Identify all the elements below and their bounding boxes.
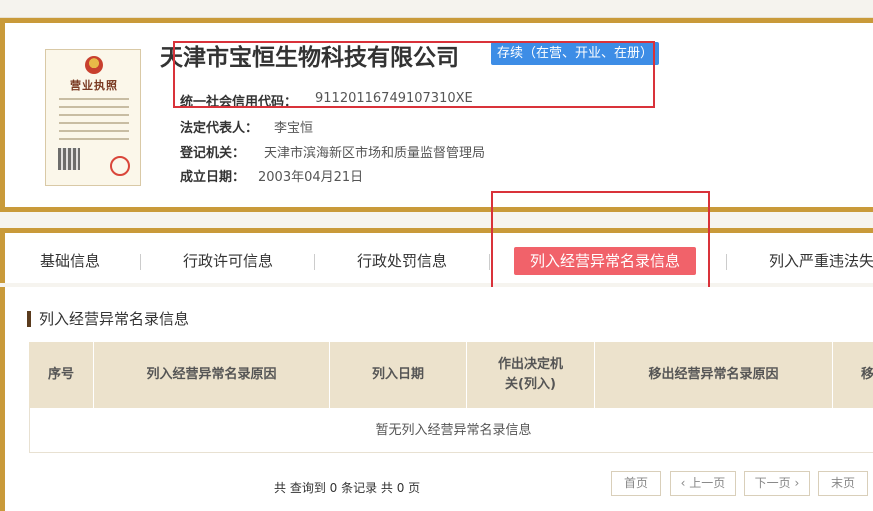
next-page-label: 下一页 bbox=[754, 476, 791, 490]
credit-code-value: 91120116749107310XE bbox=[315, 91, 473, 106]
tab-divider bbox=[726, 254, 727, 270]
prev-page-label: 上一页 bbox=[689, 476, 726, 490]
top-strip bbox=[0, 0, 873, 18]
next-page-button[interactable]: 下一页 › bbox=[744, 471, 810, 496]
tab-basic-info[interactable]: 基础信息 bbox=[40, 247, 100, 275]
legal-rep-label: 法定代表人： bbox=[180, 121, 259, 136]
column-header-removal-date: 移 bbox=[860, 367, 873, 382]
qr-code-icon bbox=[58, 148, 80, 170]
license-text-lines bbox=[59, 98, 129, 146]
tab-divider bbox=[489, 254, 490, 270]
authority-value: 天津市滨海新区市场和质量监督管理局 bbox=[264, 146, 486, 161]
founded-label: 成立日期： bbox=[180, 170, 246, 185]
credit-code-label: 统一社会信用代码： bbox=[180, 95, 298, 110]
national-emblem-icon bbox=[85, 56, 103, 74]
last-page-button[interactable]: 末页 bbox=[818, 471, 868, 496]
seal-icon bbox=[110, 156, 130, 176]
company-name: 天津市宝恒生物科技有限公司 bbox=[160, 45, 459, 71]
table-header: 序号 列入经营异常名录原因 列入日期 作出决定机关(列入) 移出经营异常名录原因… bbox=[29, 342, 873, 408]
tab-bar: 基础信息 行政许可信息 行政处罚信息 列入经营异常名录信息 列入严重违法失信 bbox=[0, 228, 873, 283]
abnormal-list-panel: 列入经营异常名录信息 序号 列入经营异常名录原因 列入日期 作出决定机关(列入)… bbox=[0, 287, 873, 511]
column-header-index: 序号 bbox=[29, 342, 94, 408]
column-header-reason: 列入经营异常名录原因 bbox=[94, 342, 330, 408]
tab-divider bbox=[314, 254, 315, 270]
founded-value: 2003年04月21日 bbox=[258, 170, 364, 185]
prev-page-button[interactable]: ‹ 上一页 bbox=[670, 471, 736, 496]
pager-summary: 共 查询到 0 条记录 共 0 页 bbox=[274, 481, 421, 495]
legal-rep-value: 李宝恒 bbox=[274, 121, 314, 136]
business-license-image[interactable]: 营业执照 bbox=[45, 49, 141, 186]
first-page-button[interactable]: 首页 bbox=[611, 471, 661, 496]
chevron-right-icon: › bbox=[790, 476, 800, 490]
column-header-date: 列入日期 bbox=[330, 342, 467, 408]
tab-serious-violation[interactable]: 列入严重违法失信 bbox=[769, 247, 873, 275]
tab-divider bbox=[140, 254, 141, 270]
license-title: 营业执照 bbox=[70, 79, 118, 92]
table-empty-row: 暂无列入经营异常名录信息 bbox=[29, 408, 873, 453]
authority-label: 登记机关： bbox=[180, 146, 246, 161]
chevron-left-icon: ‹ bbox=[680, 476, 690, 490]
column-header-removal-reason: 移出经营异常名录原因 bbox=[595, 342, 833, 408]
tab-admin-penalty[interactable]: 行政处罚信息 bbox=[357, 247, 447, 275]
tab-abnormal-list[interactable]: 列入经营异常名录信息 bbox=[514, 247, 697, 275]
section-title: 列入经营异常名录信息 bbox=[27, 311, 189, 327]
column-header-authority: 作出决定机关(列入) bbox=[467, 342, 595, 408]
tab-admin-license[interactable]: 行政许可信息 bbox=[183, 247, 273, 275]
status-badge: 存续（在营、开业、在册） bbox=[491, 42, 660, 65]
